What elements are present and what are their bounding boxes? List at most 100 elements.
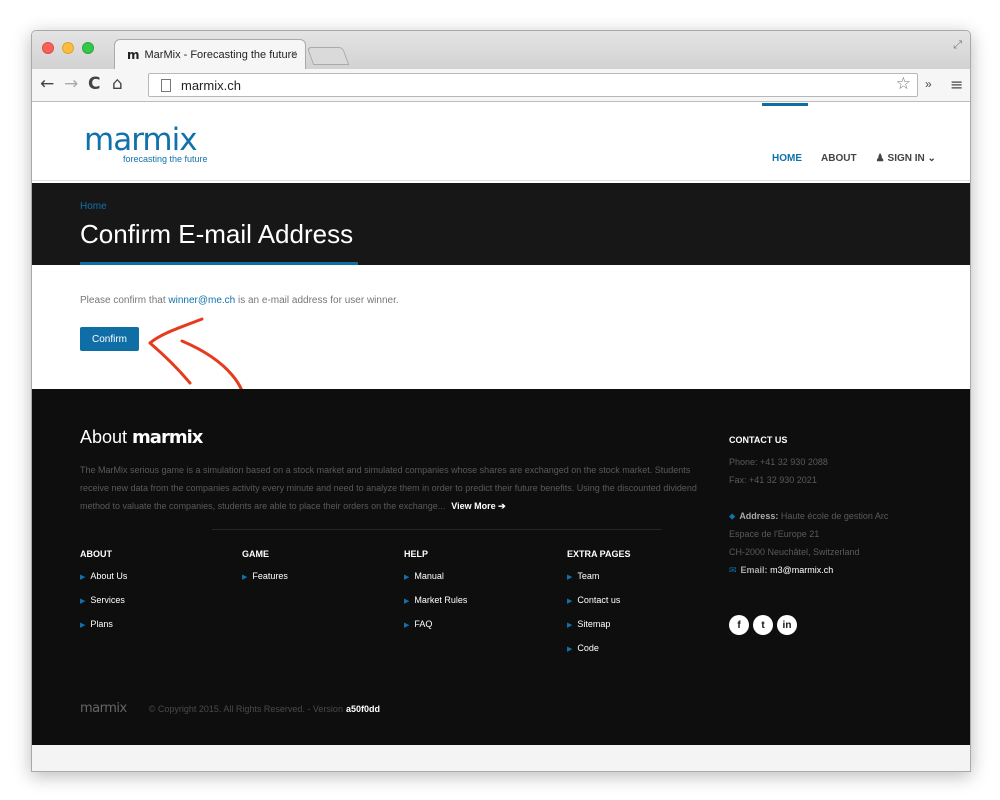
- about-text: The MarMix serious game is a simulation …: [80, 461, 710, 515]
- footer-logo[interactable]: marmix: [80, 701, 127, 716]
- footer-link-sitemap[interactable]: ▶ Sitemap: [567, 617, 631, 633]
- footer-col-game: GAME ▶ Features: [242, 549, 288, 593]
- footer-link-services[interactable]: ▶ Services: [80, 593, 127, 609]
- message-text-after: is an e-mail address for user winner.: [235, 295, 399, 306]
- minimize-window-button[interactable]: [62, 42, 74, 54]
- close-window-button[interactable]: [42, 42, 54, 54]
- site-logo[interactable]: marmix forecasting the future: [84, 125, 208, 165]
- version-link[interactable]: a50f0dd: [346, 704, 380, 714]
- nav-sign-in[interactable]: ♟ SIGN IN ⌄: [876, 153, 936, 164]
- nav-home[interactable]: HOME: [772, 153, 802, 164]
- footer-link-label: Sitemap: [577, 619, 611, 629]
- caret-right-icon: ▶: [567, 598, 573, 605]
- footer-col-about: ABOUT ▶ About Us ▶ Services ▶ Plans: [80, 549, 127, 641]
- about-description: The MarMix serious game is a simulation …: [80, 465, 697, 511]
- caret-right-icon: ▶: [404, 574, 410, 581]
- fullscreen-icon[interactable]: ⤢: [953, 39, 962, 52]
- back-arrow-icon[interactable]: ←: [40, 74, 54, 94]
- caret-right-icon: ▶: [80, 574, 86, 581]
- footer-col-title: ABOUT: [80, 549, 112, 559]
- browser-toolbar: ← → C ⌂ marmix.ch ☆ » ≡: [32, 69, 970, 102]
- address-line2: Espace de l'Europe 21: [729, 529, 820, 539]
- footer-link-plans[interactable]: ▶ Plans: [80, 617, 127, 633]
- contact-email-link[interactable]: m3@marmix.ch: [770, 565, 833, 575]
- reload-icon[interactable]: C: [88, 74, 100, 94]
- breadcrumb-home[interactable]: Home: [80, 201, 107, 212]
- address-line3: CH-2000 Neuchâtel, Switzerland: [729, 547, 860, 557]
- home-icon[interactable]: ⌂: [112, 74, 123, 94]
- footer-link-about-us[interactable]: ▶ About Us: [80, 569, 127, 585]
- web-page: marmix forecasting the future HOME ABOUT…: [32, 103, 970, 771]
- about-brand: marmix: [132, 427, 203, 448]
- footer-link-label: Market Rules: [414, 595, 468, 605]
- tab-title: MarMix - Forecasting the future: [144, 48, 298, 61]
- footer-link-label: Contact us: [577, 595, 621, 605]
- envelope-icon: ✉: [729, 565, 737, 575]
- site-footer: About marmix The MarMix serious game is …: [32, 389, 970, 745]
- caret-right-icon: ▶: [567, 646, 573, 653]
- site-header: marmix forecasting the future HOME ABOUT…: [32, 103, 970, 181]
- view-more-link[interactable]: View More ➔: [451, 501, 505, 511]
- email-label: Email:: [740, 565, 768, 575]
- contact-block: CONTACT US Phone: +41 32 930 2088 Fax: +…: [729, 431, 939, 579]
- footer-link-manual[interactable]: ▶ Manual: [404, 569, 467, 585]
- footer-link-label: Plans: [90, 619, 113, 629]
- footer-link-market-rules[interactable]: ▶ Market Rules: [404, 593, 467, 609]
- footer-link-label: Services: [90, 595, 125, 605]
- title-underline: [80, 262, 358, 265]
- linkedin-icon[interactable]: in: [777, 615, 797, 635]
- new-tab-button[interactable]: [306, 47, 350, 65]
- footer-link-label: Team: [577, 571, 600, 581]
- address-label: Address:: [739, 511, 779, 521]
- footer-link-features[interactable]: ▶ Features: [242, 569, 288, 585]
- caret-right-icon: ▶: [567, 574, 573, 581]
- caret-right-icon: ▶: [567, 622, 573, 629]
- footer-link-team[interactable]: ▶ Team: [567, 569, 631, 585]
- email-link[interactable]: winner@me.ch: [168, 295, 235, 306]
- bookmark-star-icon[interactable]: ☆: [896, 74, 911, 94]
- forward-arrow-icon[interactable]: →: [64, 74, 78, 94]
- footer-col-title: GAME: [242, 549, 269, 559]
- main-nav: HOME ABOUT ♟ SIGN IN ⌄: [772, 153, 936, 164]
- footer-link-label: About Us: [90, 571, 128, 581]
- nav-about[interactable]: ABOUT: [821, 153, 857, 164]
- user-icon: ♟: [875, 153, 885, 164]
- browser-tab[interactable]: m MarMix - Forecasting the future ×: [114, 39, 306, 69]
- footer-link-faq[interactable]: ▶ FAQ: [404, 617, 467, 633]
- map-marker-icon: ⬥: [729, 511, 736, 521]
- footer-bottom: marmix © Copyright 2015. All Rights Rese…: [80, 701, 380, 716]
- footer-col-title: HELP: [404, 549, 429, 559]
- about-title-text: About: [80, 427, 133, 447]
- footer-link-label: FAQ: [414, 619, 433, 629]
- twitter-icon[interactable]: t: [753, 615, 773, 635]
- tab-close-icon[interactable]: ×: [291, 48, 297, 60]
- confirm-message: Please confirm that winner@me.ch is an e…: [80, 295, 399, 306]
- facebook-icon[interactable]: f: [729, 615, 749, 635]
- caret-right-icon: ▶: [80, 598, 86, 605]
- browser-window: m MarMix - Forecasting the future × ⤢ ← …: [31, 30, 971, 772]
- address-bar[interactable]: marmix.ch ☆: [148, 73, 918, 97]
- address-line1: Haute école de gestion Arc: [780, 511, 889, 521]
- caret-right-icon: ▶: [80, 622, 86, 629]
- confirm-button[interactable]: Confirm: [80, 327, 139, 351]
- footer-link-label: Features: [252, 571, 288, 581]
- extensions-more-icon[interactable]: »: [925, 77, 932, 91]
- page-icon: [161, 78, 171, 92]
- page-title: Confirm E-mail Address: [80, 219, 354, 249]
- message-text-before: Please confirm that: [80, 295, 169, 306]
- menu-hamburger-icon[interactable]: ≡: [950, 75, 963, 94]
- social-links: f t in: [729, 615, 797, 635]
- footer-col-extra: EXTRA PAGES ▶ Team ▶ Contact us ▶ Sitemap ▶…: [567, 549, 631, 665]
- copyright-text: © Copyright 2015. All Rights Reserved. -…: [148, 703, 343, 714]
- footer-link-contact-us[interactable]: ▶ Contact us: [567, 593, 631, 609]
- logo-tagline: forecasting the future: [123, 154, 208, 164]
- contact-spacer: [729, 489, 939, 507]
- footer-link-code[interactable]: ▶ Code: [567, 641, 631, 657]
- maximize-window-button[interactable]: [82, 42, 94, 54]
- footer-divider: [212, 529, 662, 530]
- nav-active-indicator: [762, 103, 808, 106]
- footer-col-help: HELP ▶ Manual ▶ Market Rules ▶ FAQ: [404, 549, 467, 641]
- favicon-icon: m: [127, 47, 140, 62]
- view-more-label: View More: [451, 501, 496, 511]
- footer-col-title: EXTRA PAGES: [567, 549, 631, 559]
